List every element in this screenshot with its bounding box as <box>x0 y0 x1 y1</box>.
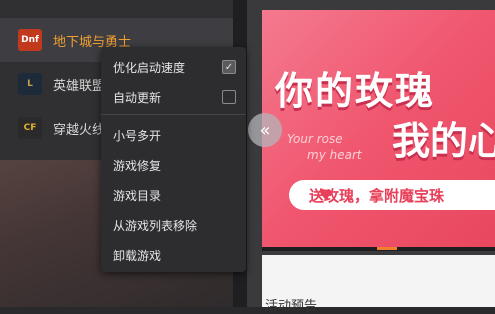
menu-item-auto-update[interactable]: 自动更新 <box>101 82 246 112</box>
dnf-logo-icon: Dnf <box>18 29 42 51</box>
promo-banner[interactable]: 你的玫瑰 我的心 Your rose my heart ♥ 送玫瑰，拿附魔宝珠 <box>262 10 495 247</box>
menu-item-label: 游戏修复 <box>113 158 162 173</box>
cf-logo-icon: CF <box>18 117 42 139</box>
banner-headline-2: 我的心 <box>392 119 495 163</box>
banner-english-2: my heart <box>307 148 362 162</box>
menu-item-uninstall[interactable]: 卸载游戏 <box>101 240 246 270</box>
menu-item-optimize-speed[interactable]: 优化启动速度 ✓ <box>101 52 246 82</box>
chevron-left-icon[interactable]: « <box>248 113 282 147</box>
context-menu: 优化启动速度 ✓ 自动更新 小号多开 游戏修复 游戏目录 从游戏列表移除 卸载游… <box>101 47 246 272</box>
activity-title: 活动预告 <box>265 299 318 314</box>
check-icon[interactable]: ✓ <box>222 60 236 74</box>
menu-item-directory[interactable]: 游戏目录 <box>101 180 246 210</box>
game-name: 穿越火线 <box>53 122 106 138</box>
game-name: 英雄联盟 <box>53 78 106 94</box>
heart-icon: ♥ <box>319 186 333 204</box>
menu-item-label: 小号多开 <box>113 128 162 143</box>
menu-separator <box>101 114 246 115</box>
banner-indicator-active[interactable] <box>377 247 397 250</box>
main-panel: 你的玫瑰 我的心 Your rose my heart ♥ 送玫瑰，拿附魔宝珠 … <box>247 0 495 314</box>
banner-promo-pill: ♥ 送玫瑰，拿附魔宝珠 <box>289 180 495 210</box>
banner-english-1: Your rose <box>287 132 343 146</box>
menu-item-label: 自动更新 <box>113 90 162 105</box>
menu-item-repair[interactable]: 游戏修复 <box>101 150 246 180</box>
menu-item-remove[interactable]: 从游戏列表移除 <box>101 210 246 240</box>
menu-item-label: 优化启动速度 <box>113 60 186 75</box>
menu-item-label: 从游戏列表移除 <box>113 218 198 233</box>
menu-item-label: 卸载游戏 <box>113 248 162 263</box>
lol-logo-icon: L <box>18 73 42 95</box>
menu-item-label: 游戏目录 <box>113 188 162 203</box>
checkbox-icon[interactable] <box>222 90 236 104</box>
activity-section: 活动预告 <box>262 255 495 314</box>
menu-item-multi-open[interactable]: 小号多开 <box>101 120 246 150</box>
banner-headline-1: 你的玫瑰 <box>275 69 436 113</box>
